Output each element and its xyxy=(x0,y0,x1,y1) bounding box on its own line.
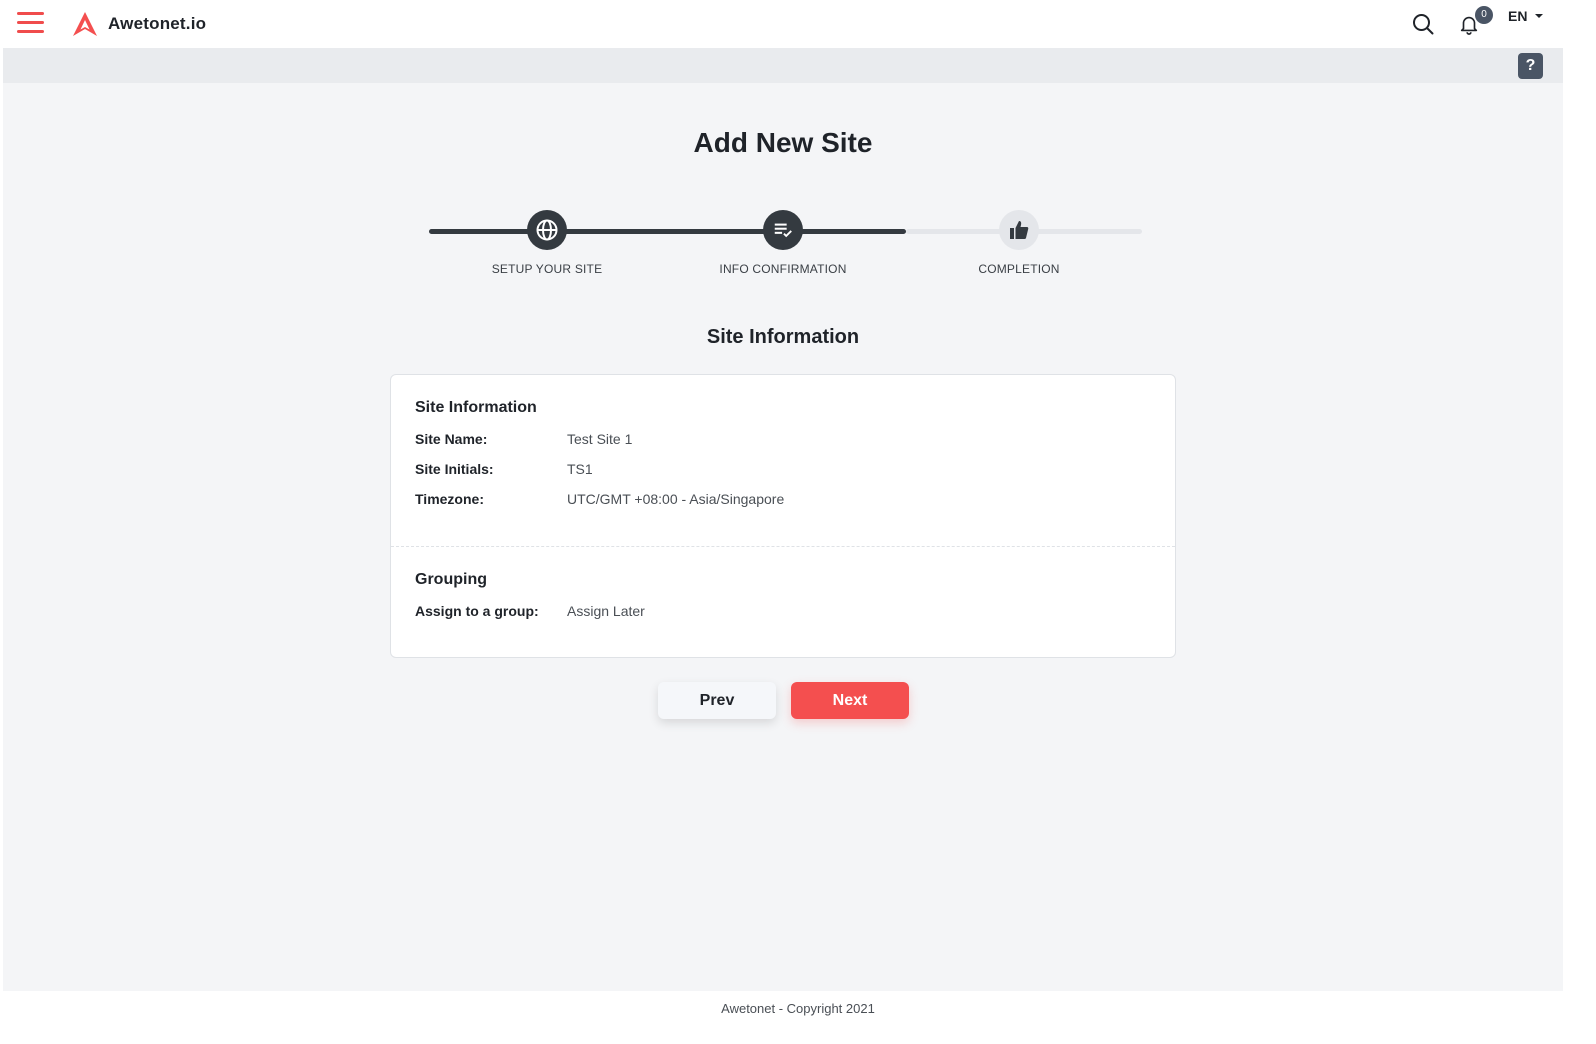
step-setup-your-site: SETUP YOUR SITE xyxy=(447,210,647,276)
step-label: COMPLETION xyxy=(978,262,1060,276)
notifications-button[interactable]: 0 xyxy=(1458,6,1494,40)
grouping-section: Grouping Assign to a group: Assign Later xyxy=(415,571,645,619)
next-button[interactable]: Next xyxy=(791,682,909,719)
caret-down-icon xyxy=(1535,14,1544,18)
detail-value: TS1 xyxy=(567,461,593,477)
section-title: Site Information xyxy=(706,326,860,348)
detail-label: Site Name: xyxy=(415,431,488,447)
detail-row-site-initials: Site Initials: TS1 xyxy=(415,461,784,477)
brand-logo[interactable]: Awetonet.io xyxy=(72,11,206,37)
detail-label: Assign to a group: xyxy=(415,603,539,619)
language-dropdown[interactable]: EN xyxy=(1508,8,1544,24)
brand-name: Awetonet.io xyxy=(108,14,207,33)
section-divider xyxy=(391,546,1175,547)
step-completion: COMPLETION xyxy=(919,210,1119,276)
top-navbar: Awetonet.io 0 EN xyxy=(0,0,1596,48)
detail-label: Timezone: xyxy=(415,491,484,507)
copyright-text: Awetonet - Copyright 2021 xyxy=(721,1001,875,1016)
language-label: EN xyxy=(1508,8,1528,24)
grouping-heading: Grouping xyxy=(415,571,487,588)
site-information-heading: Site Information xyxy=(415,399,537,416)
detail-row-assign-group: Assign to a group: Assign Later xyxy=(415,603,645,619)
detail-label: Site Initials: xyxy=(415,461,494,477)
help-button[interactable]: ? xyxy=(1518,53,1543,79)
main-content: Add New Site SETUP YOUR SITE INFO CONFIR… xyxy=(3,83,1563,991)
site-information-section: Site Information Site Name: Test Site 1 … xyxy=(415,399,784,507)
detail-row-timezone: Timezone: UTC/GMT +08:00 - Asia/Singapor… xyxy=(415,491,784,507)
globe-icon xyxy=(536,219,558,241)
detail-value: UTC/GMT +08:00 - Asia/Singapore xyxy=(567,491,785,507)
sub-header-bar xyxy=(3,48,1563,83)
step-circle xyxy=(999,210,1039,250)
prev-button[interactable]: Prev xyxy=(658,682,776,719)
confirmation-card: Site Information Site Name: Test Site 1 … xyxy=(390,374,1176,658)
step-circle xyxy=(527,210,567,250)
detail-value: Test Site 1 xyxy=(567,431,633,447)
progress-stepper: SETUP YOUR SITE INFO CONFIRMATION COMPLE… xyxy=(429,210,1142,290)
step-label: INFO CONFIRMATION xyxy=(719,262,847,276)
step-label: SETUP YOUR SITE xyxy=(491,262,603,276)
notification-count-badge: 0 xyxy=(1475,6,1493,24)
detail-value: Assign Later xyxy=(567,603,645,619)
checklist-icon xyxy=(774,223,792,238)
footer: Awetonet - Copyright 2021 xyxy=(0,991,1596,1044)
thumbs-up-icon xyxy=(1010,221,1029,239)
search-icon[interactable] xyxy=(1411,12,1435,36)
step-circle xyxy=(763,210,803,250)
hamburger-menu-icon[interactable] xyxy=(17,12,44,34)
logo-icon xyxy=(73,12,97,36)
step-info-confirmation: INFO CONFIRMATION xyxy=(683,210,883,276)
page-title: Add New Site xyxy=(693,127,873,158)
detail-row-site-name: Site Name: Test Site 1 xyxy=(415,431,784,447)
